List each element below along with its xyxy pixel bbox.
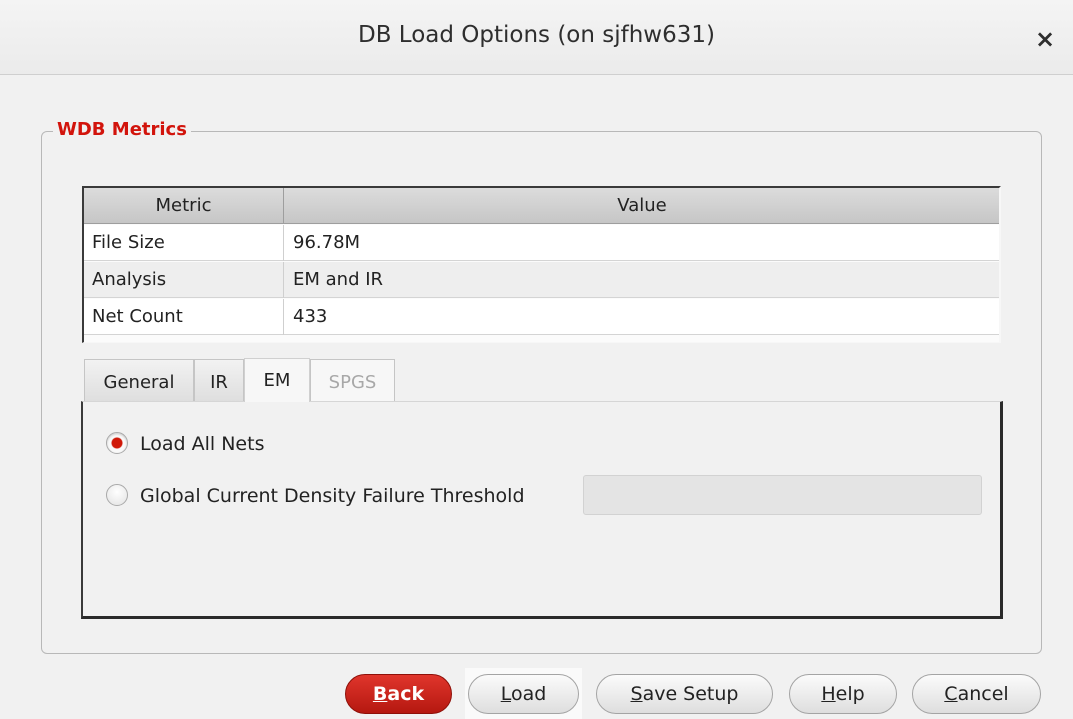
column-header-metric[interactable]: Metric <box>84 188 284 224</box>
cancel-button[interactable]: Cancel <box>912 674 1041 714</box>
group-title: WDB Metrics <box>53 119 191 140</box>
table-header: Metric Value <box>84 188 999 224</box>
load-button[interactable]: Load <box>468 674 579 714</box>
column-header-value[interactable]: Value <box>285 188 999 224</box>
table-row[interactable]: Net Count 433 <box>84 299 999 335</box>
help-button[interactable]: Help <box>789 674 897 714</box>
save-setup-button[interactable]: Save Setup <box>596 674 773 714</box>
load-all-nets-radio[interactable] <box>106 432 128 454</box>
save-setup-mnemonic: S <box>630 683 643 705</box>
tab-ir[interactable]: IR <box>194 359 244 402</box>
cell-value: 96.78M <box>293 232 361 253</box>
cell-metric: File Size <box>84 225 284 261</box>
cell-metric: Analysis <box>84 262 284 298</box>
cell-value: 433 <box>293 306 328 327</box>
tab-spgs: SPGS <box>310 359 395 402</box>
threshold-radio[interactable] <box>106 484 128 506</box>
back-label: ack <box>387 683 425 705</box>
close-icon[interactable]: × <box>1030 24 1060 54</box>
threshold-input[interactable] <box>583 475 982 515</box>
help-label: elp <box>835 683 865 705</box>
cell-value: EM and IR <box>293 269 384 290</box>
tab-em[interactable]: EM <box>244 358 310 402</box>
cell-metric: Net Count <box>84 299 284 335</box>
metrics-table: Metric Value File Size 96.78M Analysis E… <box>82 186 1001 343</box>
table-row[interactable]: File Size 96.78M <box>84 225 999 261</box>
load-label: oad <box>510 683 547 705</box>
window-title: DB Load Options (on sjfhw631) <box>357 22 715 48</box>
load-all-nets-label[interactable]: Load All Nets <box>140 433 264 455</box>
save-setup-label: ave Setup <box>642 683 739 705</box>
title-bar: DB Load Options (on sjfhw631) × <box>0 0 1073 75</box>
back-button[interactable]: Back <box>345 674 452 714</box>
table-row[interactable]: Analysis EM and IR <box>84 262 999 298</box>
load-mnemonic: L <box>500 683 511 705</box>
back-mnemonic: B <box>372 683 388 705</box>
threshold-label[interactable]: Global Current Density Failure Threshold <box>140 485 525 507</box>
cancel-mnemonic: C <box>944 683 958 705</box>
tab-general[interactable]: General <box>84 359 194 402</box>
help-mnemonic: H <box>821 683 836 705</box>
cancel-label: ancel <box>957 683 1009 705</box>
